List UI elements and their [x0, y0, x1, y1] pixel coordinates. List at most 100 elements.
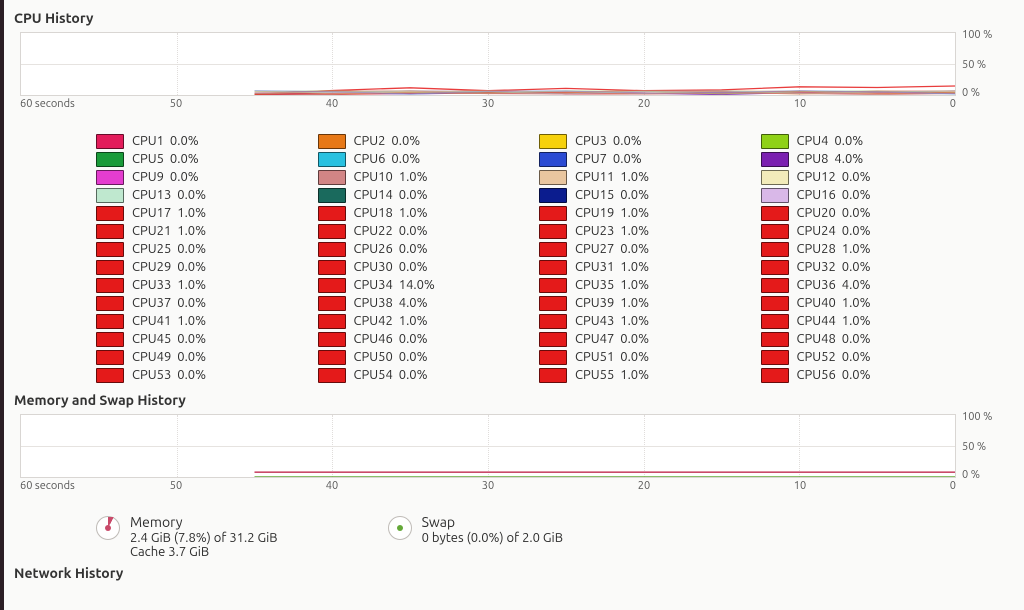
mem-y-100: 100 % [962, 411, 1010, 423]
cpu-legend-item[interactable]: CPU18 1.0% [318, 204, 520, 222]
cpu-legend-item[interactable]: CPU6 0.0% [318, 150, 520, 168]
mem-y-0: 0 % [962, 469, 1010, 481]
cpu-legend-item[interactable]: CPU37 0.0% [96, 294, 298, 312]
cpu-legend-item[interactable]: CPU43 1.0% [539, 312, 741, 330]
cpu-legend-item[interactable]: CPU32 0.0% [761, 258, 963, 276]
memory-summary-row: Memory 2.4 GiB (7.8%) of 31.2 GiB Cache … [14, 508, 1010, 563]
cpu-legend-item[interactable]: CPU28 1.0% [761, 240, 963, 258]
x-tick: 30 [482, 480, 494, 492]
cpu-legend-item[interactable]: CPU41 1.0% [96, 312, 298, 330]
cpu-label: CPU27 0.0% [575, 242, 649, 256]
cpu-color-swatch [96, 350, 124, 365]
cpu-label: CPU23 1.0% [575, 224, 649, 238]
cpu-legend-item[interactable]: CPU48 0.0% [761, 330, 963, 348]
cpu-legend-item[interactable]: CPU13 0.0% [96, 186, 298, 204]
cpu-label: CPU36 4.0% [797, 278, 871, 292]
cpu-label: CPU31 1.0% [575, 260, 649, 274]
cpu-legend-item[interactable]: CPU23 1.0% [539, 222, 741, 240]
cpu-legend-item[interactable]: CPU27 0.0% [539, 240, 741, 258]
cpu-color-swatch [318, 134, 346, 149]
x-tick: 60 seconds [20, 480, 75, 492]
cpu-color-swatch [96, 260, 124, 275]
cpu-legend-item[interactable]: CPU7 0.0% [539, 150, 741, 168]
cpu-label: CPU55 1.0% [575, 368, 649, 382]
cpu-legend-item[interactable]: CPU44 1.0% [761, 312, 963, 330]
cpu-legend-item[interactable]: CPU22 0.0% [318, 222, 520, 240]
cpu-legend-item[interactable]: CPU52 0.0% [761, 348, 963, 366]
cpu-legend-item[interactable]: CPU15 0.0% [539, 186, 741, 204]
cpu-legend-item[interactable]: CPU55 1.0% [539, 366, 741, 384]
cpu-color-swatch [318, 350, 346, 365]
cpu-legend-item[interactable]: CPU42 1.0% [318, 312, 520, 330]
memory-label: Memory [130, 514, 278, 530]
cpu-legend-item[interactable]: CPU33 1.0% [96, 276, 298, 294]
cpu-label: CPU24 0.0% [797, 224, 871, 238]
cpu-legend-item[interactable]: CPU45 0.0% [96, 330, 298, 348]
cpu-color-swatch [318, 152, 346, 167]
cpu-legend-item[interactable]: CPU5 0.0% [96, 150, 298, 168]
cpu-legend-item[interactable]: CPU46 0.0% [318, 330, 520, 348]
cpu-color-swatch [96, 296, 124, 311]
cpu-color-swatch [761, 314, 789, 329]
cpu-legend-item[interactable]: CPU20 0.0% [761, 204, 963, 222]
cpu-label: CPU3 0.0% [575, 134, 642, 148]
cpu-legend-item[interactable]: CPU16 0.0% [761, 186, 963, 204]
cpu-color-swatch [761, 350, 789, 365]
cpu-label: CPU20 0.0% [797, 206, 871, 220]
cpu-legend-item[interactable]: CPU9 0.0% [96, 168, 298, 186]
cpu-label: CPU42 1.0% [354, 314, 428, 328]
cpu-color-swatch [761, 134, 789, 149]
x-tick: 50 [170, 98, 182, 110]
cpu-legend-item[interactable]: CPU49 0.0% [96, 348, 298, 366]
cpu-legend-item[interactable]: CPU3 0.0% [539, 132, 741, 150]
cpu-legend-item[interactable]: CPU38 4.0% [318, 294, 520, 312]
cpu-label: CPU2 0.0% [354, 134, 421, 148]
cpu-legend-item[interactable]: CPU40 1.0% [761, 294, 963, 312]
cpu-legend-grid: CPU1 0.0% CPU2 0.0% CPU3 0.0% CPU4 0.0% CPU5… [14, 126, 1010, 390]
cpu-legend-item[interactable]: CPU35 1.0% [539, 276, 741, 294]
cpu-color-swatch [318, 368, 346, 383]
cpu-legend-item[interactable]: CPU4 0.0% [761, 132, 963, 150]
cpu-label: CPU18 1.0% [354, 206, 428, 220]
cpu-color-swatch [539, 152, 567, 167]
cpu-legend-item[interactable]: CPU11 1.0% [539, 168, 741, 186]
cpu-legend-item[interactable]: CPU47 0.0% [539, 330, 741, 348]
cpu-color-swatch [96, 332, 124, 347]
cpu-label: CPU39 1.0% [575, 296, 649, 310]
cpu-legend-item[interactable]: CPU26 0.0% [318, 240, 520, 258]
cpu-legend-item[interactable]: CPU56 0.0% [761, 366, 963, 384]
cpu-color-swatch [539, 278, 567, 293]
cpu-label: CPU29 0.0% [132, 260, 206, 274]
x-tick: 20 [638, 98, 650, 110]
cpu-legend-item[interactable]: CPU19 1.0% [539, 204, 741, 222]
cpu-legend-item[interactable]: CPU34 14.0% [318, 276, 520, 294]
cpu-legend-item[interactable]: CPU50 0.0% [318, 348, 520, 366]
cpu-legend-item[interactable]: CPU54 0.0% [318, 366, 520, 384]
cpu-y-100: 100 % [962, 29, 1010, 41]
cpu-legend-item[interactable]: CPU2 0.0% [318, 132, 520, 150]
cpu-legend-item[interactable]: CPU14 0.0% [318, 186, 520, 204]
cpu-legend-item[interactable]: CPU39 1.0% [539, 294, 741, 312]
cpu-legend-item[interactable]: CPU12 0.0% [761, 168, 963, 186]
cpu-legend-item[interactable]: CPU10 1.0% [318, 168, 520, 186]
cpu-legend-item[interactable]: CPU31 1.0% [539, 258, 741, 276]
cpu-legend-item[interactable]: CPU36 4.0% [761, 276, 963, 294]
x-tick: 30 [482, 98, 494, 110]
cpu-label: CPU15 0.0% [575, 188, 649, 202]
cpu-legend-item[interactable]: CPU1 0.0% [96, 132, 298, 150]
cpu-legend-item[interactable]: CPU51 0.0% [539, 348, 741, 366]
x-tick: 10 [794, 480, 806, 492]
cpu-color-swatch [761, 368, 789, 383]
cpu-legend-item[interactable]: CPU53 0.0% [96, 366, 298, 384]
x-tick: 40 [326, 98, 338, 110]
cpu-label: CPU22 0.0% [354, 224, 428, 238]
cpu-legend-item[interactable]: CPU24 0.0% [761, 222, 963, 240]
cpu-legend-item[interactable]: CPU8 4.0% [761, 150, 963, 168]
cpu-legend-item[interactable]: CPU17 1.0% [96, 204, 298, 222]
cpu-legend-item[interactable]: CPU21 1.0% [96, 222, 298, 240]
cpu-label: CPU34 14.0% [354, 278, 435, 292]
cpu-color-swatch [539, 224, 567, 239]
cpu-legend-item[interactable]: CPU25 0.0% [96, 240, 298, 258]
cpu-legend-item[interactable]: CPU29 0.0% [96, 258, 298, 276]
cpu-legend-item[interactable]: CPU30 0.0% [318, 258, 520, 276]
